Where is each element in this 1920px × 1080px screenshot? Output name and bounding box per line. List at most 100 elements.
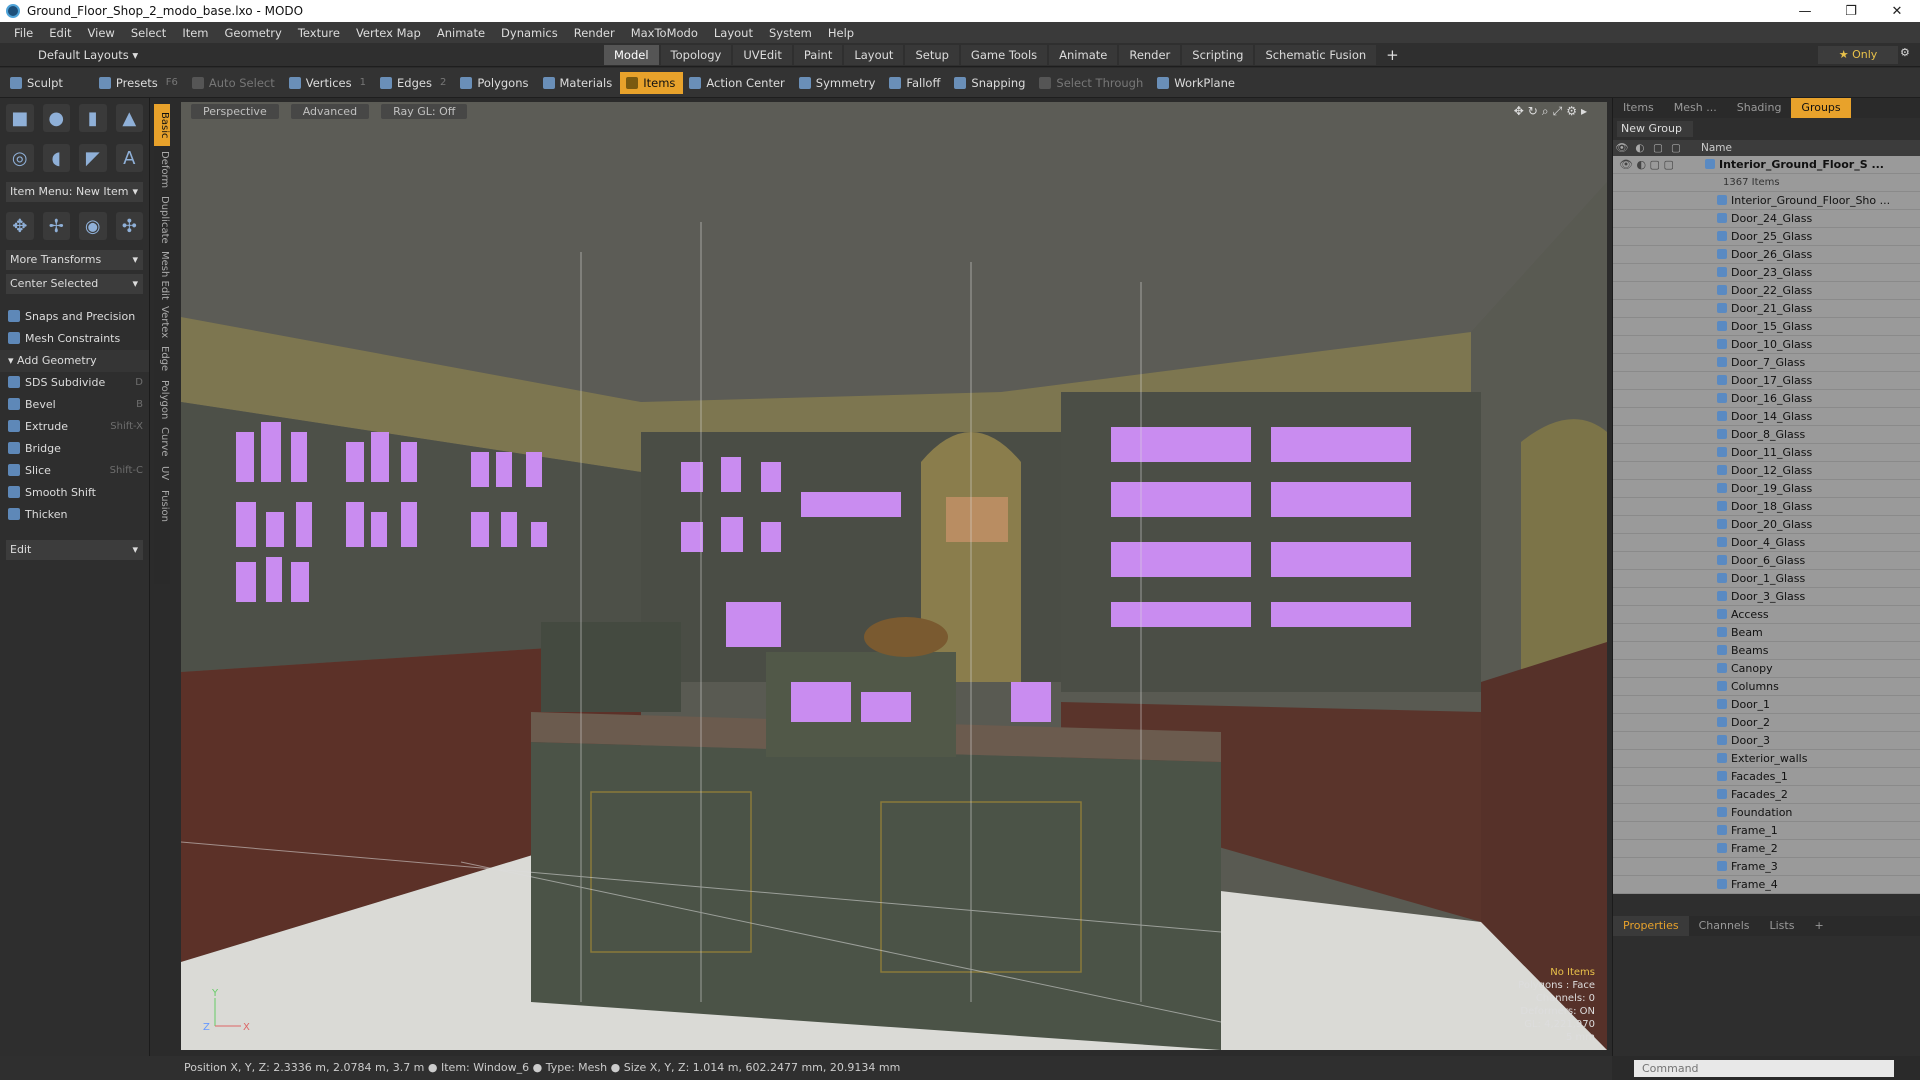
polygons-button[interactable]: Polygons (454, 72, 536, 94)
visibility-toggles[interactable] (1613, 660, 1697, 677)
tool-smooth-shift[interactable]: Smooth Shift (0, 482, 149, 504)
vtab-duplicate[interactable]: Duplicate (154, 194, 170, 246)
pan-icon[interactable]: ✥ (1514, 104, 1528, 118)
visibility-toggles[interactable] (1613, 498, 1697, 515)
snaps-precision-button[interactable]: Snaps and Precision (0, 306, 149, 328)
auto-select-button[interactable]: Auto Select (186, 72, 283, 94)
tool-bridge[interactable]: Bridge (0, 438, 149, 460)
visibility-toggles[interactable] (1613, 678, 1697, 695)
add-tab-button[interactable]: + (1804, 916, 1833, 936)
tool-sds-subdivide[interactable]: SDS Subdivide D (0, 372, 149, 394)
minimize-button[interactable]: — (1782, 4, 1828, 19)
menu-file[interactable]: File (6, 26, 41, 40)
list-item[interactable]: Door_12_Glass (1613, 462, 1920, 480)
menu-layout[interactable]: Layout (706, 26, 761, 40)
advanced-button[interactable]: Advanced (290, 103, 370, 119)
vtab-fusion[interactable]: Fusion (154, 488, 170, 524)
pen-icon[interactable]: ◤ (79, 144, 107, 172)
new-group-button[interactable]: New Group (1617, 121, 1693, 137)
torus-icon[interactable]: ◎ (6, 144, 34, 172)
tab-schematic-fusion[interactable]: Schematic Fusion (1255, 44, 1377, 65)
select-icon[interactable]: ▢ (1667, 140, 1685, 156)
fit-icon[interactable]: ⤢ (1553, 104, 1567, 118)
list-item[interactable]: Door_19_Glass (1613, 480, 1920, 498)
tab-render[interactable]: Render (1119, 44, 1181, 65)
scale-icon[interactable]: ◉ (79, 212, 107, 240)
list-item[interactable]: Door_22_Glass (1613, 282, 1920, 300)
list-item[interactable]: Door_14_Glass (1613, 408, 1920, 426)
list-item[interactable]: Door_20_Glass (1613, 516, 1920, 534)
list-item[interactable]: Frame_1 (1613, 822, 1920, 840)
list-item[interactable]: Door_18_Glass (1613, 498, 1920, 516)
name-column-header[interactable]: Name (1685, 140, 1732, 156)
tool-extrude[interactable]: Extrude Shift-X (0, 416, 149, 438)
tab-lists[interactable]: Lists (1760, 916, 1805, 936)
visibility-toggles[interactable] (1613, 372, 1697, 389)
menu-render[interactable]: Render (566, 26, 623, 40)
cylinder-icon[interactable]: ▮ (79, 104, 107, 132)
visibility-toggles[interactable] (1613, 732, 1697, 749)
snapping-button[interactable]: Snapping (948, 72, 1033, 94)
add-geometry-header[interactable]: ▾ Add Geometry (0, 350, 149, 372)
rotate-icon[interactable]: ✢ (42, 212, 70, 240)
list-item[interactable]: Door_24_Glass (1613, 210, 1920, 228)
tab-items[interactable]: Items (1613, 98, 1664, 118)
visibility-toggles[interactable] (1613, 228, 1697, 245)
visibility-toggles[interactable] (1613, 444, 1697, 461)
visibility-toggles[interactable] (1613, 534, 1697, 551)
tab-animate[interactable]: Animate (1049, 44, 1118, 65)
tab-groups[interactable]: Groups (1791, 98, 1851, 118)
vtab-vertex[interactable]: Vertex (154, 304, 170, 340)
vtab-deform[interactable]: Deform (154, 150, 170, 190)
visibility-toggles[interactable] (1613, 210, 1697, 227)
visibility-toggles[interactable] (1613, 480, 1697, 497)
symmetry-button[interactable]: Symmetry (793, 72, 884, 94)
eye-icon[interactable]: 👁 (1613, 140, 1631, 156)
visibility-toggles[interactable] (1613, 570, 1697, 587)
menu-select[interactable]: Select (123, 26, 174, 40)
visibility-toggles[interactable] (1613, 768, 1697, 785)
visibility-toggles[interactable] (1613, 876, 1697, 893)
more-icon[interactable]: ▸ (1581, 104, 1591, 118)
render-icon[interactable]: ◐ (1631, 140, 1649, 156)
group-row[interactable]: 👁 ◐ ▢ ▢ Interior_Ground_Floor_S ... (1613, 156, 1920, 174)
list-item[interactable]: Beam (1613, 624, 1920, 642)
vtab-polygon[interactable]: Polygon (154, 378, 170, 422)
list-item[interactable]: Door_1_Glass (1613, 570, 1920, 588)
list-item[interactable]: Frame_2 (1613, 840, 1920, 858)
list-item[interactable]: Door_3_Glass (1613, 588, 1920, 606)
sculpt-button[interactable]: Sculpt (4, 72, 71, 94)
visibility-toggles[interactable] (1613, 390, 1697, 407)
close-button[interactable]: ✕ (1874, 4, 1920, 19)
transform-icon[interactable]: ✣ (115, 212, 143, 240)
list-item[interactable]: Door_25_Glass (1613, 228, 1920, 246)
visibility-toggles[interactable] (1613, 300, 1697, 317)
perspective-button[interactable]: Perspective (191, 103, 279, 119)
menu-edit[interactable]: Edit (41, 26, 79, 40)
list-item[interactable]: Columns (1613, 678, 1920, 696)
visibility-toggles[interactable] (1613, 516, 1697, 533)
visibility-toggles[interactable] (1613, 318, 1697, 335)
tab-topology[interactable]: Topology (660, 44, 732, 65)
zoom-icon[interactable]: ⌕ (1542, 104, 1553, 118)
capsule-icon[interactable]: ◖ (42, 144, 70, 172)
menu-maxtomodo[interactable]: MaxToModo (623, 26, 706, 40)
center-selected-dropdown[interactable]: Center Selected ▾ (6, 274, 143, 294)
tool-bevel[interactable]: Bevel B (0, 394, 149, 416)
menu-item[interactable]: Item (174, 26, 216, 40)
tab-setup[interactable]: Setup (905, 44, 959, 65)
list-item[interactable]: Facades_1 (1613, 768, 1920, 786)
visibility-toggles[interactable]: 👁 ◐ ▢ ▢ (1613, 156, 1697, 173)
menu-help[interactable]: Help (820, 26, 862, 40)
visibility-toggles[interactable] (1613, 246, 1697, 263)
list-item[interactable]: Door_23_Glass (1613, 264, 1920, 282)
list-item[interactable]: Door_16_Glass (1613, 390, 1920, 408)
vtab-edge[interactable]: Edge (154, 344, 170, 374)
tab-properties[interactable]: Properties (1613, 916, 1689, 936)
menu-geometry[interactable]: Geometry (217, 26, 290, 40)
maximize-button[interactable]: ❐ (1828, 4, 1874, 19)
list-item[interactable]: Foundation (1613, 804, 1920, 822)
list-item[interactable]: Door_21_Glass (1613, 300, 1920, 318)
more-transforms-dropdown[interactable]: More Transforms ▾ (6, 250, 143, 270)
menu-view[interactable]: View (80, 26, 123, 40)
